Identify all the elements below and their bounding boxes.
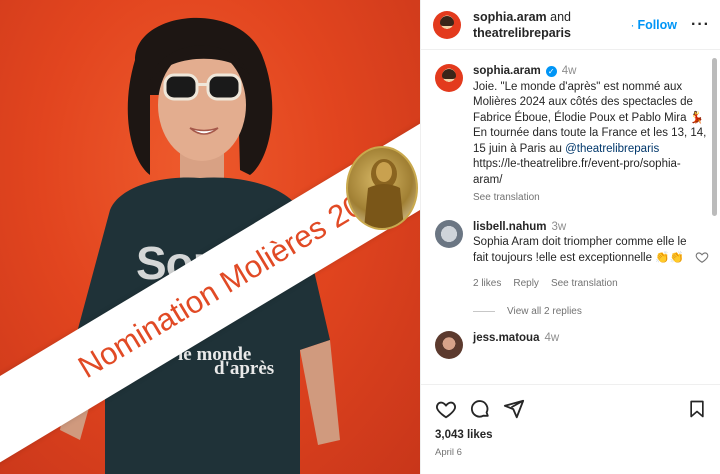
comment-text: Sophia Aram doit triompher comme elle le… [473,236,687,264]
comment-age: 3w [551,220,567,233]
post-photo[interactable]: Sop le monde d'après Nomination Molières… [0,0,420,474]
caption-url: https://le-theatrelibre.fr/event-pro/sop… [473,158,681,186]
see-translation-link[interactable]: See translation [473,190,709,206]
instagram-post-view: Sop le monde d'après Nomination Molières… [0,0,720,474]
caption-age: 4w [561,65,577,77]
avatar[interactable] [433,10,461,39]
moliere-statuette-badge [346,146,418,230]
comment-body: lisbell.nahum 3w Sophia Aram doit triomph… [473,220,687,292]
collab-username[interactable]: theatrelibreparis [473,26,571,40]
statuette-icon [364,159,404,228]
shirt-print-line2: d'après [214,358,275,379]
reply-button[interactable]: Reply [513,276,539,292]
avatar[interactable] [435,219,463,248]
heart-icon[interactable] [695,250,709,264]
comment-body: jess.matoua 4w [473,331,709,359]
comment-meta: 2 likes Reply See translation [473,276,687,292]
caption-emoji: 💃 [689,111,705,124]
author-username[interactable]: sophia.aram [473,10,547,24]
comment-username[interactable]: lisbell.nahum [473,221,547,233]
caption: sophia.aram ✓ 4w Joie. "Le monde d'après" … [421,50,720,206]
scrollbar[interactable] [712,58,717,216]
avatar[interactable] [435,330,463,359]
comments-section[interactable]: sophia.aram ✓ 4w Joie. "Le monde d'après" … [421,50,720,384]
comment: lisbell.nahum 3w Sophia Aram doit triomph… [421,206,720,292]
verified-icon: ✓ [545,66,557,77]
comment-icon[interactable] [469,398,491,420]
share-icon[interactable] [503,398,525,420]
more-icon[interactable]: ··· [691,16,710,34]
view-replies-button[interactable]: View all 2 replies [473,306,720,317]
post-header: sophia.aram and theatrelibreparis · Foll… [421,0,720,50]
follow-button[interactable]: Follow [637,18,677,32]
likes-count[interactable]: 3,043 likes [435,429,707,441]
post-date: April 6 [435,447,462,458]
action-icons [435,397,707,421]
separator-dot: · [630,17,635,32]
heart-icon[interactable] [435,398,457,420]
and-text: and [550,9,571,24]
see-translation-link[interactable]: See translation [551,276,618,292]
caption-text-1: Joie. "Le monde d'après" est nommé aux M… [473,80,693,124]
comment-username[interactable]: jess.matoua [473,332,539,344]
post-side-panel: sophia.aram and theatrelibreparis · Foll… [420,0,720,474]
caption-username[interactable]: sophia.aram [473,65,541,77]
comment: jess.matoua 4w [421,317,720,359]
comment-age: 4w [544,331,560,344]
avatar[interactable] [435,64,463,92]
caption-body: sophia.aram ✓ 4w Joie. "Le monde d'après" … [473,64,709,206]
comment-likes[interactable]: 2 likes [473,276,501,292]
mention-link[interactable]: @theatrelibreparis [565,143,659,155]
collab-authors: sophia.aram and theatrelibreparis [473,9,630,41]
bookmark-icon[interactable] [687,398,707,420]
post-actions: 3,043 likes April 6 [421,384,720,474]
